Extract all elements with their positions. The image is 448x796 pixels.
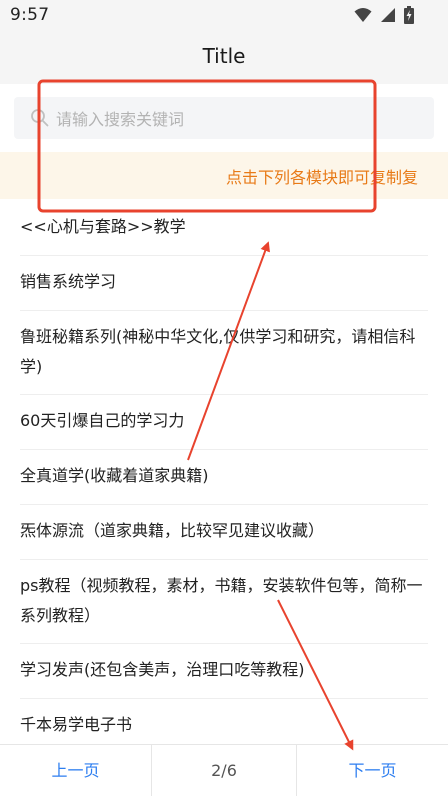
list-item[interactable]: 销售系统学习 bbox=[20, 256, 428, 311]
list-item[interactable]: 全真道学(收藏着道家典籍) bbox=[20, 450, 428, 505]
list-item[interactable]: 60天引爆自己的学习力 bbox=[20, 395, 428, 450]
list-item[interactable]: 学习发声(还包含美声，治理口吃等教程) bbox=[20, 644, 428, 699]
notice-text: 点击下列各模块即可复制复 bbox=[226, 168, 419, 187]
list-item[interactable]: 鲁班秘籍系列(神秘中华文化,仅供学习和研究，请相信科学) bbox=[20, 311, 428, 395]
list-item-label: ps教程（视频教程，素材，书籍，安装软件包等，简称一系列教程） bbox=[20, 576, 423, 625]
page-indicator: 2/6 bbox=[211, 761, 237, 780]
status-icons bbox=[354, 6, 414, 24]
search-box[interactable] bbox=[14, 97, 434, 141]
pagination-bar: 上一页 2/6 下一页 bbox=[0, 744, 448, 796]
list-item-label: 销售系统学习 bbox=[20, 272, 117, 291]
app-screen: 9:57 Title 请输入搜索关键词 点击下列各模块即可复制复 <<心机与套路… bbox=[0, 0, 448, 796]
prev-page-button[interactable]: 上一页 bbox=[0, 745, 152, 796]
list-item-label: 全真道学(收藏着道家典籍) bbox=[20, 466, 209, 485]
list-item[interactable]: 炁体源流（道家典籍，比较罕见建议收藏） bbox=[20, 505, 428, 560]
list-item-label: <<心机与套路>>教学 bbox=[20, 217, 186, 236]
list-item-label: 学习发声(还包含美声，治理口吃等教程) bbox=[20, 660, 305, 679]
title-bar: Title bbox=[0, 30, 448, 84]
battery-charging-icon bbox=[404, 6, 414, 24]
search-input[interactable] bbox=[54, 97, 428, 141]
list-item-label: 炁体源流（道家典籍，比较罕见建议收藏） bbox=[20, 521, 325, 540]
cellular-signal-icon bbox=[380, 7, 396, 23]
page-title: Title bbox=[202, 44, 246, 68]
status-time: 9:57 bbox=[10, 5, 50, 25]
wifi-icon bbox=[354, 7, 372, 23]
list-item[interactable]: ps教程（视频教程，素材，书籍，安装软件包等，简称一系列教程） bbox=[20, 560, 428, 644]
status-bar: 9:57 bbox=[0, 0, 448, 30]
notice-bar: 点击下列各模块即可复制复 bbox=[0, 152, 448, 199]
resource-list: <<心机与套路>>教学 销售系统学习 鲁班秘籍系列(神秘中华文化,仅供学习和研究… bbox=[20, 201, 428, 754]
list-item-label: 60天引爆自己的学习力 bbox=[20, 411, 185, 430]
list-item[interactable]: <<心机与套路>>教学 bbox=[20, 201, 428, 256]
next-page-button[interactable]: 下一页 bbox=[296, 745, 448, 796]
search-icon bbox=[30, 108, 50, 132]
list-item-label: 千本易学电子书 bbox=[20, 715, 133, 734]
list-item-label: 鲁班秘籍系列(神秘中华文化,仅供学习和研究，请相信科学) bbox=[20, 327, 416, 376]
